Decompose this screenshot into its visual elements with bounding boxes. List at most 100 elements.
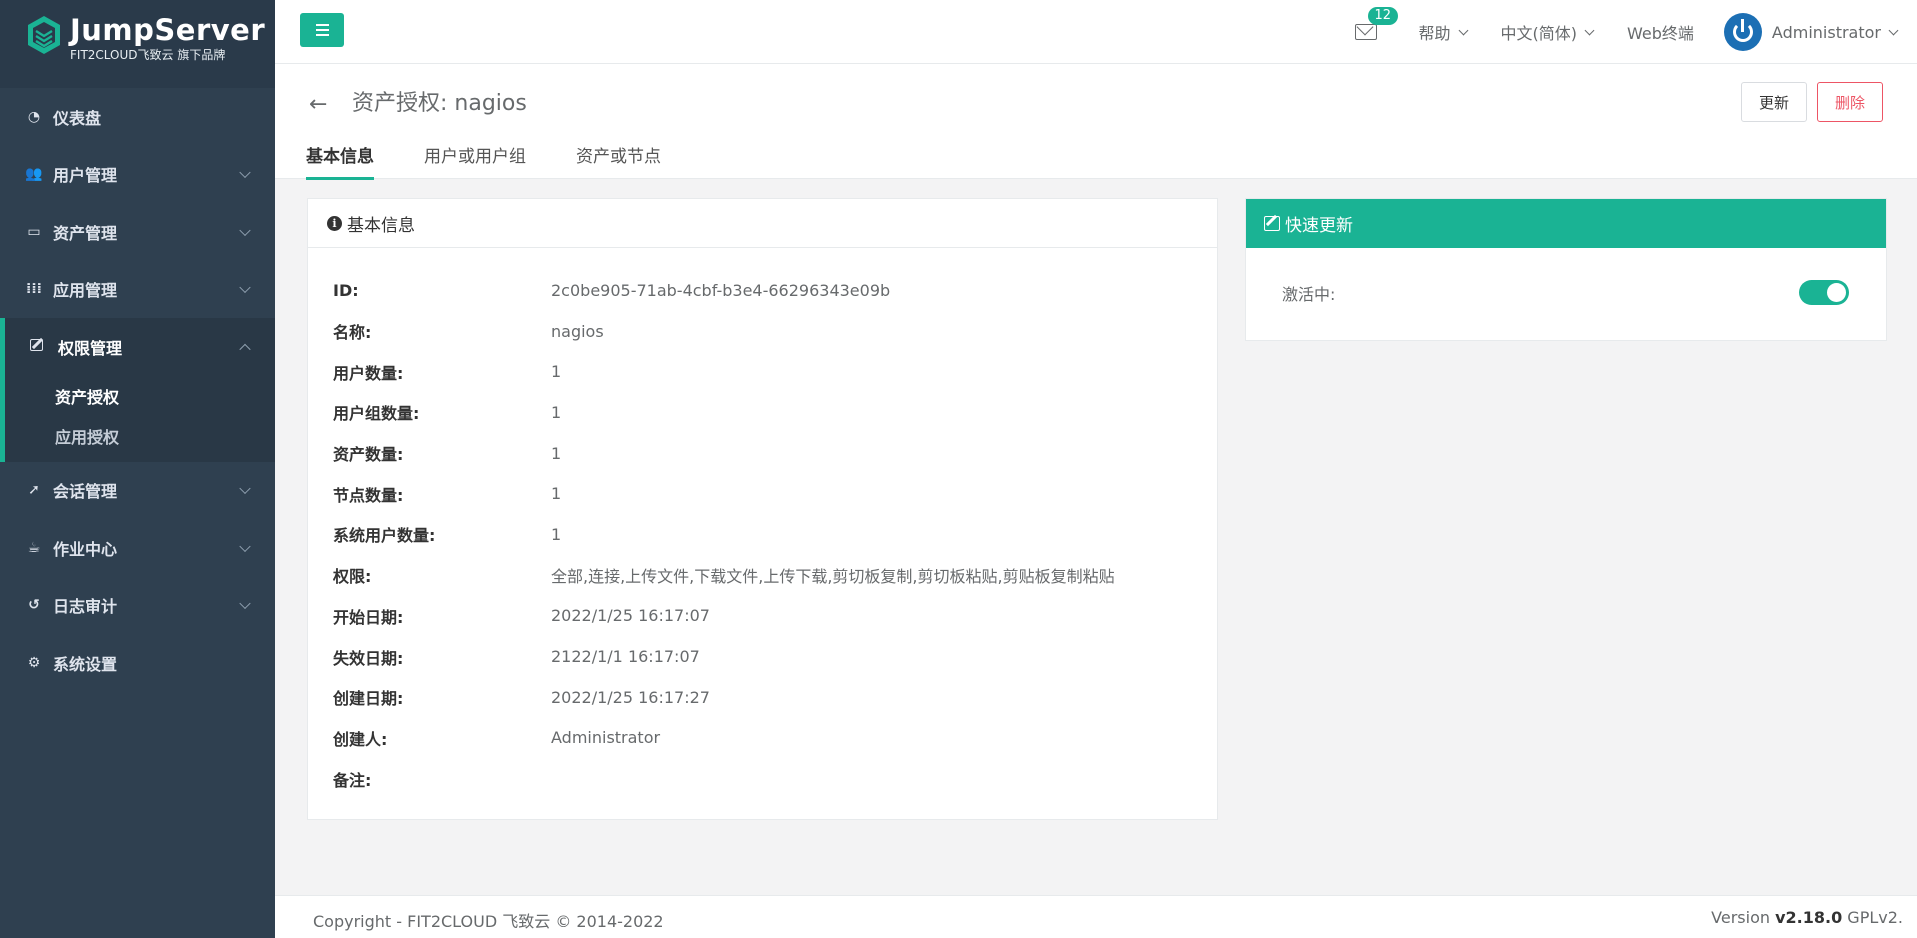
brand-name: JumpServer (70, 13, 266, 47)
sidebar-group-permissions: 权限管理 资产授权 应用授权 (0, 318, 275, 462)
delete-button[interactable]: 删除 (1816, 82, 1883, 122)
info-row-label: 备注: (333, 770, 372, 790)
version-prefix: Version (1711, 908, 1776, 927)
info-row-value: Administrator (551, 728, 661, 748)
info-row: 备注: (333, 758, 1192, 799)
grid-icon: ⁞⁞⁞ (26, 281, 42, 298)
edit-icon (29, 338, 49, 355)
language-menu[interactable]: 中文(简体) (1500, 20, 1595, 44)
info-row-label: 资产数量: (333, 445, 404, 465)
version: Version v2.18.0 GPLv2. (1711, 908, 1903, 927)
sidebar-item-assets[interactable]: ▭ 资产管理 (0, 203, 275, 261)
help-menu[interactable]: 帮助 (1418, 20, 1468, 44)
info-row: 名称: nagios (333, 311, 1192, 352)
avatar[interactable] (1723, 13, 1762, 51)
info-row-value: 1 (551, 524, 562, 544)
chevron-up-icon (239, 343, 251, 355)
chevron-down-icon (239, 540, 251, 552)
sidebar-item-users[interactable]: 👥 用户管理 (0, 146, 275, 204)
info-row-value: 1 (551, 402, 562, 422)
sidebar-nav: ◔ 仪表盘 👥 用户管理 ▭ 资产管理 ⁞⁞⁞ 应用管理 权限管理 资产授权 应… (0, 88, 275, 692)
sidebar-item-jobs[interactable]: ☕ 作业中心 (0, 519, 275, 577)
info-row-value: 全部,连接,上传文件,下载文件,上传下载,剪切板复制,剪切板粘贴,剪贴板复制粘贴 (551, 567, 1115, 587)
sidebar-item-label: 日志审计 (53, 597, 118, 617)
chevron-down-icon (239, 281, 251, 294)
info-row-value: 1 (551, 484, 562, 504)
sidebar-item-label: 应用管理 (53, 281, 118, 301)
quick-update-title: 快速更新 (1285, 216, 1353, 236)
rocket-icon: ➚ (28, 482, 40, 499)
info-row-label: 失效日期: (333, 648, 404, 668)
sidebar-subitem-asset-permission[interactable]: 资产授权 (5, 376, 275, 416)
info-row-label: 名称: (333, 323, 372, 343)
info-row-label: 创建人: (333, 729, 388, 749)
sidebar-item-applications[interactable]: ⁞⁞⁞ 应用管理 (0, 261, 275, 319)
info-row: 系统用户数量: 1 (333, 514, 1192, 555)
back-arrow-icon[interactable]: ← (309, 92, 327, 117)
info-row: 用户组数量: 1 (333, 392, 1192, 433)
basic-info-card: i 基本信息 ID: 2c0be905-71ab-4cbf-b3e4-662963… (307, 198, 1218, 820)
coffee-icon: ☕ (27, 539, 41, 556)
users-icon: 👥 (25, 166, 43, 183)
cogs-icon: ⚙ (27, 654, 41, 671)
info-row: 节点数量: 1 (333, 473, 1192, 514)
chevron-down-icon (239, 597, 251, 610)
logo[interactable]: JumpServer FIT2CLOUD飞致云 旗下品牌 (0, 0, 275, 88)
tab-assets[interactable]: 资产或节点 (576, 142, 661, 180)
info-row-value: 1 (551, 443, 562, 463)
brand-sub: FIT2CLOUD飞致云 旗下品牌 (70, 48, 226, 62)
chevron-down-icon (1584, 25, 1595, 35)
topbar: 12 帮助 中文(简体) Web终端 Administrator (275, 0, 1917, 64)
info-row: 失效日期: 2122/1/1 16:17:07 (333, 636, 1192, 677)
sidebar-subitem-app-permission[interactable]: 应用授权 (5, 416, 275, 462)
info-row-label: 权限: (333, 567, 372, 587)
info-row: ID: 2c0be905-71ab-4cbf-b3e4-66296343e09b (333, 270, 1192, 311)
history-icon: ↺ (28, 597, 40, 614)
sidebar-item-audits[interactable]: ↺ 日志审计 (0, 577, 275, 635)
chevron-down-icon (239, 224, 251, 236)
active-toggle[interactable] (1799, 280, 1849, 305)
sidebar-item-label: 会话管理 (53, 482, 118, 502)
user-menu[interactable]: Administrator (1771, 22, 1899, 42)
sidebar-item-label: 作业中心 (53, 539, 118, 559)
sidebar-item-label: 系统设置 (53, 654, 118, 674)
dashboard-icon: ◔ (27, 108, 41, 125)
sidebar-item-label: 资产管理 (53, 223, 118, 243)
info-row-value: 2122/1/1 16:17:07 (551, 647, 700, 667)
help-label: 帮助 (1418, 24, 1451, 43)
tab-users[interactable]: 用户或用户组 (424, 142, 526, 180)
tabs: 基本信息 用户或用户组 资产或节点 (306, 142, 711, 180)
info-row: 创建人: Administrator (333, 718, 1192, 759)
user-name: Administrator (1771, 22, 1881, 42)
info-row-value: 1 (551, 362, 562, 382)
info-row-label: 系统用户数量: (333, 526, 436, 546)
update-button[interactable]: 更新 (1740, 82, 1807, 122)
info-row: 权限: 全部,连接,上传文件,下载文件,上传下载,剪切板复制,剪切板粘贴,剪贴板复… (333, 555, 1192, 596)
inbox-icon: ▭ (27, 223, 41, 240)
version-number: v2.18.0 (1775, 908, 1843, 927)
quick-update-heading: 快速更新 (1246, 199, 1886, 248)
menu-toggle-button[interactable] (300, 13, 344, 47)
info-row-value: 2c0be905-71ab-4cbf-b3e4-66296343e09b (551, 280, 891, 300)
language-label: 中文(简体) (1500, 24, 1578, 43)
tab-basic-info[interactable]: 基本信息 (306, 142, 374, 180)
info-row-value: 2022/1/25 16:17:07 (551, 606, 710, 626)
info-row-label: 开始日期: (333, 607, 404, 627)
sidebar-item-settings[interactable]: ⚙ 系统设置 (0, 634, 275, 692)
web-terminal-link[interactable]: Web终端 (1627, 20, 1694, 44)
page-title: 资产授权: nagios (352, 91, 527, 116)
sidebar-item-sessions[interactable]: ➚ 会话管理 (0, 462, 275, 520)
info-row: 资产数量: 1 (333, 433, 1192, 474)
info-row-label: ID: (333, 280, 359, 300)
info-row: 用户数量: 1 (333, 351, 1192, 392)
mail-icon[interactable]: 12 (1354, 7, 1399, 40)
info-row-label: 用户组数量: (333, 404, 420, 424)
copyright: Copyright - FIT2CLOUD 飞致云 © 2014-2022 (313, 912, 664, 931)
sidebar-item-permissions[interactable]: 权限管理 (5, 318, 275, 376)
sidebar-item-label: 权限管理 (58, 338, 123, 358)
basic-info-title: 基本信息 (347, 215, 415, 236)
quick-update-card: 快速更新 激活中: (1245, 198, 1887, 341)
active-label: 激活中: (1282, 285, 1336, 304)
license: GPLv2. (1842, 908, 1903, 927)
sidebar-item-dashboard[interactable]: ◔ 仪表盘 (0, 88, 275, 146)
